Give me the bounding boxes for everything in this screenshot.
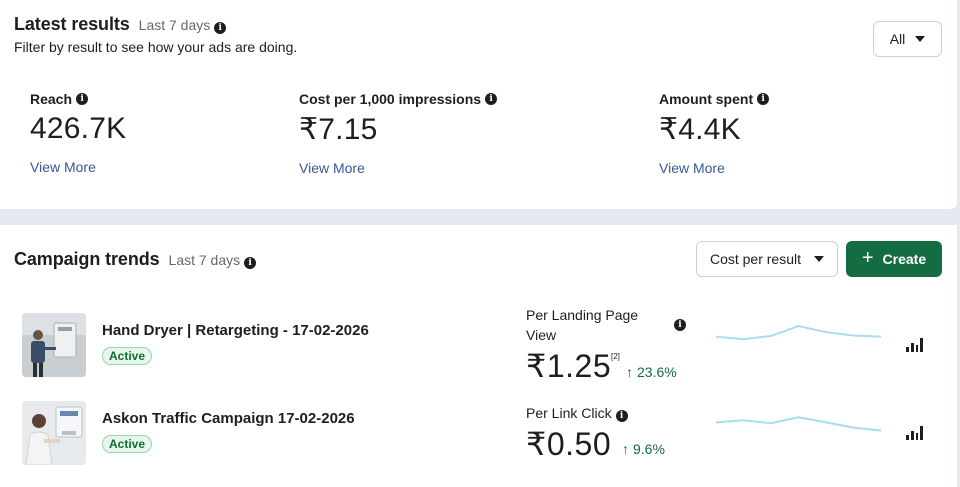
arrow-up-icon: ↑ <box>626 364 633 380</box>
latest-results-header: Latest results Last 7 days i <box>14 14 227 35</box>
status-badge: Active <box>102 435 153 453</box>
kpi-value: ₹1.25 <box>526 348 612 384</box>
info-icon[interactable]: i <box>615 410 628 422</box>
metric-reach: Reach i 426.7K View More <box>30 91 126 175</box>
latest-results-range: Last 7 days i <box>139 17 227 34</box>
metric-label: Cost per 1,000 impressions i <box>299 91 498 107</box>
trend-sparkline <box>716 416 881 432</box>
metric-select-dropdown[interactable]: Cost per result <box>696 241 838 277</box>
create-button[interactable]: + Create <box>846 241 942 277</box>
campaign-thumbnail[interactable] <box>22 313 86 377</box>
kpi-change: ↑ 9.6% <box>622 441 665 457</box>
plus-icon: + <box>861 247 874 269</box>
create-button-label: Create <box>882 251 927 267</box>
metric-amount-spent: Amount spent i ₹4.4K View More <box>659 91 770 176</box>
campaign-trends-range: Last 7 days i <box>169 252 257 269</box>
bar-chart-icon[interactable] <box>906 426 923 440</box>
status-badge: Active <box>102 347 153 365</box>
kpi-change: ↑ 23.6% <box>626 364 677 380</box>
metric-cpm: Cost per 1,000 impressions i ₹7.15 View M… <box>299 91 498 176</box>
view-more-link[interactable]: View More <box>30 159 126 175</box>
info-icon[interactable]: i <box>485 93 498 105</box>
bar-chart-icon[interactable] <box>906 338 923 352</box>
info-icon[interactable]: i <box>214 22 227 34</box>
kpi-label: Per Landing Page View <box>526 307 639 343</box>
kpi-label: Per Link Click i <box>526 403 628 423</box>
info-icon[interactable]: i <box>674 319 686 331</box>
kpi-value: ₹0.50 <box>526 426 612 462</box>
campaign-name[interactable]: Hand Dryer | Retargeting - 17-02-2026 <box>102 322 369 339</box>
metric-select-label: Cost per result <box>709 251 802 267</box>
metric-value: ₹4.4K <box>659 113 741 146</box>
result-filter-dropdown[interactable]: All <box>873 21 942 57</box>
sparkline-path <box>716 324 881 341</box>
trend-sparkline <box>716 324 881 341</box>
campaign-trends-header: Campaign trends Last 7 days i <box>14 249 257 270</box>
caret-down-icon <box>915 36 926 42</box>
info-icon[interactable]: i <box>757 93 770 105</box>
metric-label: Reach i <box>30 91 126 107</box>
info-icon[interactable]: i <box>244 257 257 269</box>
latest-results-subtitle: Filter by result to see how your ads are… <box>14 39 298 55</box>
campaign-trends-title: Campaign trends <box>14 249 160 269</box>
caret-down-icon <box>814 256 825 262</box>
metric-value: 426.7K <box>30 112 127 145</box>
info-icon[interactable]: i <box>76 93 89 105</box>
latest-results-title: Latest results <box>14 14 130 34</box>
campaign-thumbnail[interactable] <box>22 401 86 465</box>
metric-value: ₹7.15 <box>299 113 378 146</box>
campaign-name[interactable]: Askon Traffic Campaign 17-02-2026 <box>102 410 355 427</box>
metric-label: Amount spent i <box>659 91 770 107</box>
arrow-up-icon: ↑ <box>622 441 629 457</box>
kpi-footnote[interactable]: [2] <box>611 352 620 361</box>
view-more-link[interactable]: View More <box>299 160 497 176</box>
sparkline-path <box>716 416 881 432</box>
view-more-link[interactable]: View More <box>659 160 769 176</box>
result-filter-label: All <box>889 31 906 47</box>
